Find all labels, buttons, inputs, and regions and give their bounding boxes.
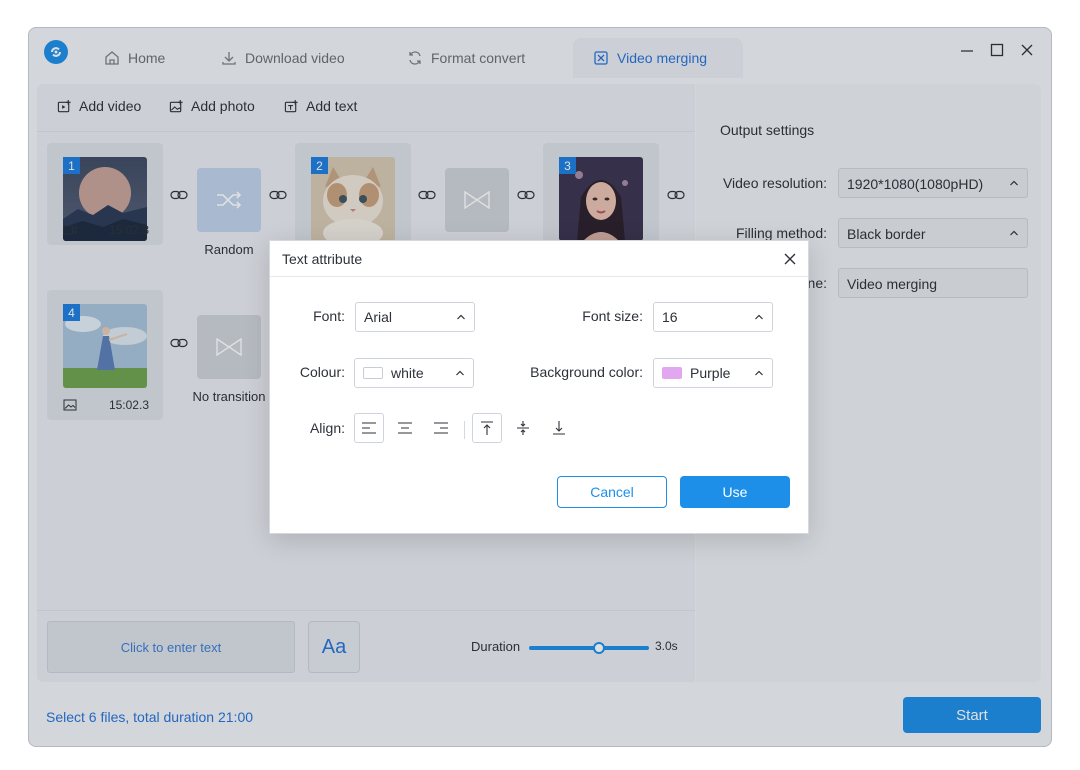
chevron-up-icon [457, 314, 465, 320]
font-select[interactable]: Arial [355, 302, 475, 332]
chevron-up-icon [456, 370, 464, 376]
white-swatch [363, 367, 383, 379]
chevron-up-icon [755, 314, 763, 320]
align-center-icon [398, 422, 412, 434]
font-size-label: Font size: [582, 308, 643, 324]
font-value: Arial [364, 309, 393, 325]
align-label: Align: [309, 420, 345, 436]
font-size-value: 16 [662, 309, 678, 325]
colour-value: white [391, 365, 424, 381]
align-middle-button[interactable] [508, 413, 538, 443]
align-top-icon [481, 421, 493, 435]
dialog-title: Text attribute [282, 251, 363, 267]
align-right-icon [434, 422, 448, 434]
background-color-value: Purple [690, 365, 731, 381]
align-divider [464, 421, 465, 439]
dialog-header: Text attribute [270, 241, 808, 277]
align-left-icon [362, 422, 376, 434]
close-icon[interactable] [782, 251, 798, 267]
align-right-button[interactable] [426, 413, 456, 443]
align-center-button[interactable] [390, 413, 420, 443]
align-middle-icon [517, 421, 529, 435]
colour-label: Colour: [299, 364, 345, 380]
font-size-select[interactable]: 16 [653, 302, 773, 332]
colour-select[interactable]: white [354, 358, 474, 388]
background-color-label: Background color: [530, 364, 643, 380]
use-button[interactable]: Use [680, 476, 790, 508]
background-color-select[interactable]: Purple [653, 358, 773, 388]
font-label: Font: [313, 308, 345, 324]
align-bottom-icon [553, 421, 565, 435]
cancel-button[interactable]: Cancel [557, 476, 667, 508]
text-attribute-dialog: Text attribute Font: Arial Font size: 16… [269, 240, 809, 534]
align-bottom-button[interactable] [544, 413, 574, 443]
purple-swatch [662, 367, 682, 379]
chevron-up-icon [755, 370, 763, 376]
align-top-button[interactable] [472, 413, 502, 443]
align-left-button[interactable] [354, 413, 384, 443]
